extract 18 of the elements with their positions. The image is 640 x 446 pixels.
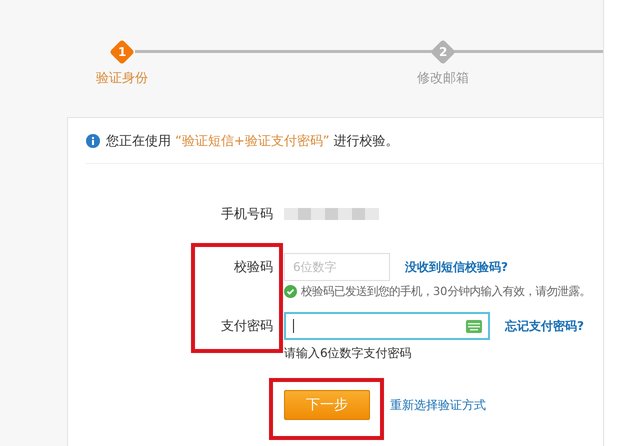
reselect-link[interactable]: 重新选择验证方式: [390, 396, 486, 414]
keyboard-icon[interactable]: [466, 320, 482, 333]
info-icon: [86, 134, 100, 148]
help-link[interactable]: 忘记支付密码?: [505, 318, 584, 334]
field-label: 手机号码: [220, 206, 273, 223]
step-marker: 1: [109, 39, 135, 65]
hint-text: 校验码已发送到您的手机，30分钟内输入有效，请勿泄露。: [301, 284, 590, 298]
step-label: 修改邮箱: [417, 70, 469, 87]
password-input[interactable]: [284, 312, 490, 340]
field-label: 校验码: [233, 259, 273, 276]
check-icon: [284, 284, 297, 298]
step-label: 验证身份: [96, 70, 148, 87]
field-label: 支付密码: [220, 318, 273, 335]
help-link[interactable]: 没收到短信校验码?: [405, 258, 508, 276]
hint-text: 请输入6位数字支付密码: [284, 344, 412, 362]
notice-text: 您正在使用 “验证短信+验证支付密码” 进行校验。: [106, 132, 399, 150]
text-cursor: [293, 319, 294, 333]
code-input[interactable]: 6位数字: [284, 253, 390, 281]
